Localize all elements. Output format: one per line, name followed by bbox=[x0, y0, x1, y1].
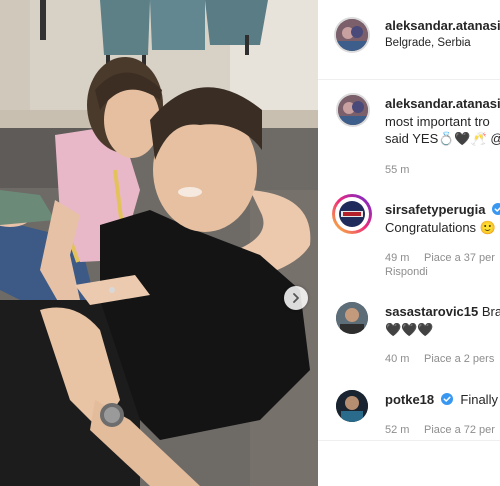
post-image bbox=[0, 0, 318, 486]
comment-username-2[interactable]: sasastarovic15 Bra bbox=[385, 304, 500, 319]
caption-username[interactable]: aleksandar.atanasi bbox=[385, 96, 500, 111]
comment-inline-text-2: Bra bbox=[481, 304, 500, 319]
comment-username-text-1[interactable]: sirsafetyperugia bbox=[385, 202, 485, 217]
caption-line-1: most important tro bbox=[385, 114, 490, 129]
next-photo-button[interactable] bbox=[284, 286, 308, 310]
post-location[interactable]: Belgrade, Serbia bbox=[385, 37, 471, 49]
post-photo[interactable] bbox=[0, 0, 318, 486]
caption-avatar[interactable] bbox=[336, 93, 370, 127]
comment-username-3[interactable]: potke18 Finally bbox=[385, 392, 498, 407]
post-side-panel: aleksandar.atanasi Belgrade, Serbia alek… bbox=[318, 0, 500, 486]
comment-inline-text-3: Finally bbox=[460, 392, 498, 407]
comment-likes-2[interactable]: Piace a 2 pers bbox=[424, 353, 494, 365]
post-header: aleksandar.atanasi Belgrade, Serbia bbox=[318, 0, 500, 80]
comment-reply-button-1[interactable]: Rispondi bbox=[385, 266, 428, 278]
comment-avatar-1[interactable] bbox=[335, 197, 369, 231]
avatar[interactable] bbox=[336, 19, 368, 51]
comment-username-text-2[interactable]: sasastarovic15 bbox=[385, 304, 478, 319]
comment-time-2[interactable]: 40 m bbox=[385, 353, 409, 365]
comment-username-1[interactable]: sirsafetyperugia bbox=[385, 202, 500, 217]
verified-badge-icon bbox=[440, 393, 453, 405]
caption-line-2: said YES💍🖤🥂 @e bbox=[385, 131, 500, 146]
comment-text-1: Congratulations 🙂 bbox=[385, 220, 496, 235]
comment-avatar-2[interactable] bbox=[336, 302, 368, 334]
comment-time-1[interactable]: 49 m bbox=[385, 252, 409, 264]
caption-time[interactable]: 55 m bbox=[385, 164, 409, 176]
comment-likes-1[interactable]: Piace a 37 per bbox=[424, 252, 495, 264]
post-username[interactable]: aleksandar.atanasi bbox=[385, 18, 500, 33]
comment-text-2: 🖤🖤🖤 bbox=[385, 322, 434, 337]
comment-avatar-3[interactable] bbox=[336, 390, 368, 422]
divider bbox=[318, 440, 500, 441]
chevron-right-icon bbox=[293, 293, 299, 303]
comment-username-text-3[interactable]: potke18 bbox=[385, 392, 434, 407]
verified-badge-icon bbox=[492, 203, 500, 215]
comment-time-3[interactable]: 52 m bbox=[385, 424, 409, 436]
comment-likes-3[interactable]: Piace a 72 per bbox=[424, 424, 495, 436]
